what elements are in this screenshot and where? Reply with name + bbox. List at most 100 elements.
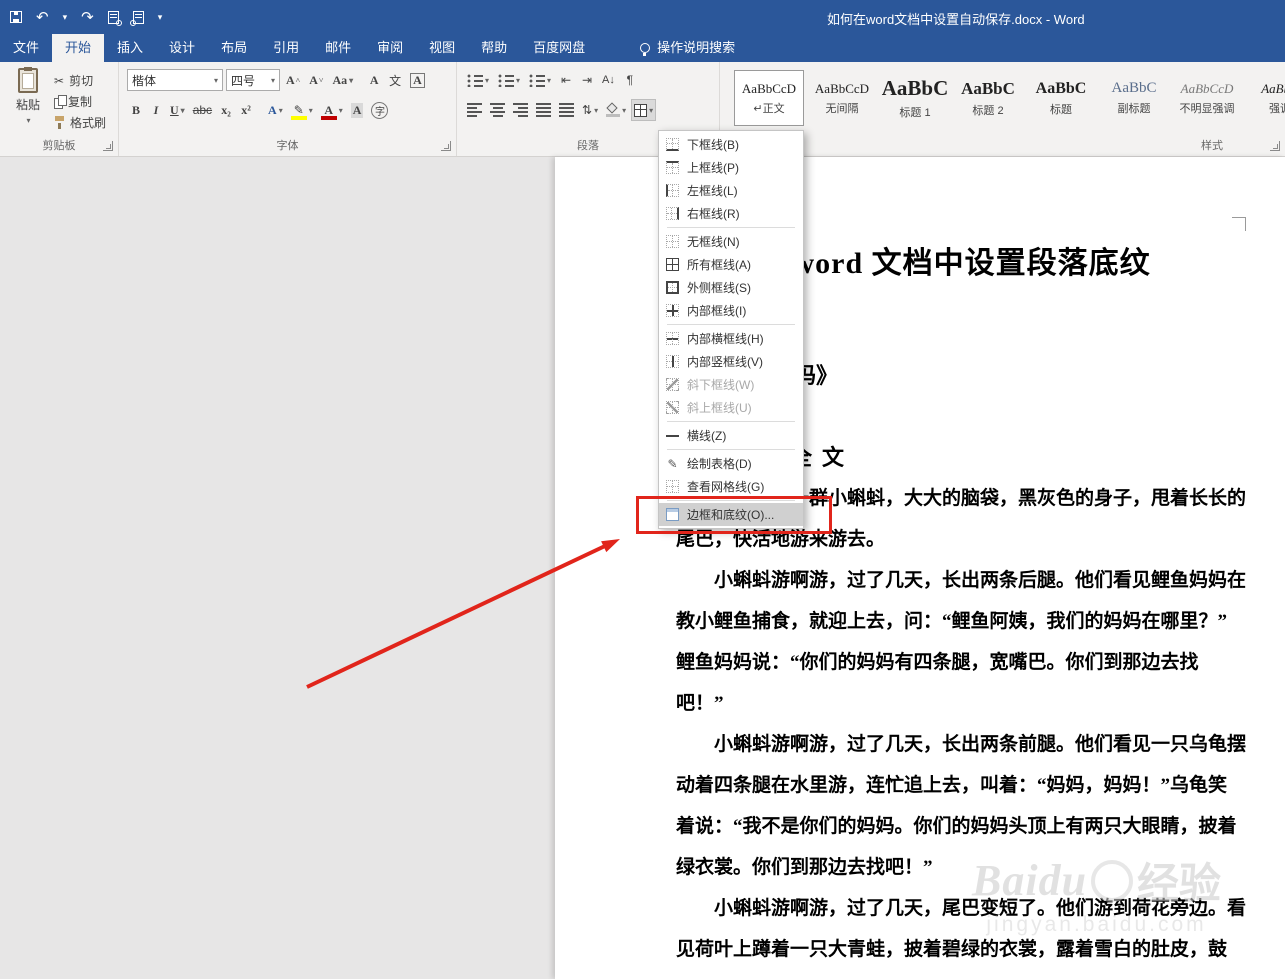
borders-button[interactable]: ▾ bbox=[631, 99, 657, 121]
grow-font-button[interactable]: A ˄ bbox=[283, 69, 303, 91]
undo-dropdown-icon[interactable]: ▾ bbox=[63, 12, 68, 22]
menu-item-left-border[interactable]: 左框线(L) bbox=[659, 179, 803, 202]
tell-me-search[interactable]: 操作说明搜索 bbox=[640, 34, 735, 62]
bullets-dropdown-icon[interactable]: ▾ bbox=[485, 76, 489, 85]
text-highlight-dropdown-icon[interactable]: ▾ bbox=[309, 106, 313, 115]
borders-dropdown-icon[interactable]: ▾ bbox=[649, 106, 653, 115]
tab-help[interactable]: 帮助 bbox=[468, 34, 520, 62]
tab-home[interactable]: 开始 bbox=[52, 34, 105, 62]
menu-item-no-border[interactable]: 无框线(N) bbox=[659, 230, 803, 253]
font-color-button[interactable]: A ▾ bbox=[318, 99, 346, 121]
show-hide-marks-button[interactable]: ¶ bbox=[621, 69, 639, 91]
style-no-spacing[interactable]: AaBbCcD 无间隔 bbox=[807, 70, 877, 126]
menu-item-diagonal-down-border[interactable]: 斜下框线(W) bbox=[659, 373, 803, 396]
shrink-font-button[interactable]: A ˅ bbox=[306, 69, 326, 91]
distribute-button[interactable] bbox=[556, 99, 577, 121]
phonetic-guide-button[interactable]: 文 bbox=[386, 69, 404, 91]
tab-references[interactable]: 引用 bbox=[260, 34, 312, 62]
font-size-dropdown-icon[interactable]: ▾ bbox=[271, 76, 275, 85]
character-border-button[interactable]: A bbox=[407, 69, 428, 91]
multilevel-list-button[interactable]: ▾ bbox=[526, 69, 554, 91]
menu-item-outside-borders[interactable]: 外侧框线(S) bbox=[659, 276, 803, 299]
italic-button[interactable]: I bbox=[147, 99, 165, 121]
menu-item-inside-vertical-border[interactable]: 内部竖框线(V) bbox=[659, 350, 803, 373]
menu-item-view-gridlines[interactable]: 查看网格线(G) bbox=[659, 475, 803, 498]
bold-button[interactable]: B bbox=[127, 99, 145, 121]
style-heading2[interactable]: AaBbC 标题 2 bbox=[953, 70, 1023, 126]
clear-formatting-button[interactable]: A bbox=[365, 69, 383, 91]
font-name-combobox[interactable]: 楷体 ▾ bbox=[127, 69, 223, 91]
underline-dropdown-icon[interactable]: ▾ bbox=[181, 106, 185, 115]
enclose-characters-button[interactable]: 字 bbox=[368, 99, 391, 121]
paste-dropdown-icon[interactable]: ▾ bbox=[26, 116, 30, 125]
character-shading-button[interactable]: A bbox=[348, 99, 367, 121]
numbering-dropdown-icon[interactable]: ▾ bbox=[516, 76, 520, 85]
align-center-button[interactable] bbox=[487, 99, 508, 121]
numbering-button[interactable]: ▾ bbox=[495, 69, 523, 91]
text-highlight-button[interactable]: ✎ ▾ bbox=[288, 99, 316, 121]
tab-insert[interactable]: 插入 bbox=[104, 34, 156, 62]
line-spacing-button[interactable]: ⇅ ▾ bbox=[579, 99, 601, 121]
change-case-letters: Aa bbox=[332, 72, 348, 87]
font-dialog-launcher-icon[interactable] bbox=[441, 141, 451, 151]
subscript-button[interactable]: x₂ bbox=[217, 99, 235, 121]
tab-layout[interactable]: 布局 bbox=[208, 34, 260, 62]
underline-button[interactable]: U ▾ bbox=[167, 99, 188, 121]
menu-item-borders-and-shading[interactable]: 边框和底纹(O)... bbox=[659, 503, 803, 526]
style-heading1[interactable]: AaBbC 标题 1 bbox=[880, 70, 950, 126]
save-icon[interactable] bbox=[10, 11, 22, 23]
undo-icon[interactable]: ↶ bbox=[36, 10, 49, 25]
styles-dialog-launcher-icon[interactable] bbox=[1270, 141, 1280, 151]
change-case-button[interactable]: Aa ▾ bbox=[329, 69, 356, 91]
style-subtle-emphasis[interactable]: AaBbCcD 不明显强调 bbox=[1172, 70, 1242, 126]
font-color-dropdown-icon[interactable]: ▾ bbox=[339, 106, 343, 115]
font-size-combobox[interactable]: 四号 ▾ bbox=[226, 69, 280, 91]
menu-item-all-borders[interactable]: 所有框线(A) bbox=[659, 253, 803, 276]
copy-button[interactable]: 复制 bbox=[54, 92, 92, 111]
tab-baidu-netdisk[interactable]: 百度网盘 bbox=[520, 34, 598, 62]
format-painter-button[interactable]: 格式刷 bbox=[54, 113, 106, 132]
share-icon[interactable] bbox=[132, 10, 144, 24]
tab-review[interactable]: 审阅 bbox=[364, 34, 416, 62]
shading-dropdown-icon[interactable]: ▾ bbox=[622, 106, 626, 115]
tab-mailings[interactable]: 邮件 bbox=[312, 34, 364, 62]
sort-button[interactable]: A↓ bbox=[599, 69, 618, 91]
style-normal[interactable]: AaBbCcD ↵正文 bbox=[734, 70, 804, 126]
menu-item-inside-borders[interactable]: 内部框线(I) bbox=[659, 299, 803, 322]
justify-button[interactable] bbox=[533, 99, 554, 121]
menu-item-bottom-border[interactable]: 下框线(B) bbox=[659, 133, 803, 156]
menu-item-diagonal-up-border[interactable]: 斜上框线(U) bbox=[659, 396, 803, 419]
shading-button[interactable]: ▾ bbox=[603, 99, 629, 121]
menu-item-horizontal-line[interactable]: 横线(Z) bbox=[659, 424, 803, 447]
text-effects-dropdown-icon[interactable]: ▾ bbox=[279, 106, 283, 115]
menu-item-draw-table[interactable]: ✎ 绘制表格(D) bbox=[659, 452, 803, 475]
decrease-indent-button[interactable]: ⇤ bbox=[557, 69, 575, 91]
redo-icon[interactable]: ↷ bbox=[81, 10, 94, 25]
menu-item-top-border[interactable]: 上框线(P) bbox=[659, 156, 803, 179]
multilevel-dropdown-icon[interactable]: ▾ bbox=[547, 76, 551, 85]
customize-qat-icon[interactable]: ▾ bbox=[158, 12, 163, 22]
cut-button[interactable]: ✂ 剪切 bbox=[54, 71, 93, 90]
align-right-button[interactable] bbox=[510, 99, 531, 121]
text-effects-button[interactable]: A ▾ bbox=[265, 99, 286, 121]
superscript-button[interactable]: x² bbox=[237, 99, 255, 121]
tab-file[interactable]: 文件 bbox=[0, 34, 52, 62]
line-spacing-dropdown-icon[interactable]: ▾ bbox=[594, 106, 598, 115]
strikethrough-button[interactable]: abc bbox=[190, 99, 215, 121]
tab-design[interactable]: 设计 bbox=[156, 34, 208, 62]
change-case-dropdown-icon[interactable]: ▾ bbox=[349, 76, 353, 85]
format-painter-label: 格式刷 bbox=[70, 116, 107, 130]
tab-view[interactable]: 视图 bbox=[416, 34, 468, 62]
menu-item-inside-horizontal-border[interactable]: 内部横框线(H) bbox=[659, 327, 803, 350]
align-left-button[interactable] bbox=[464, 99, 485, 121]
paste-button[interactable]: 粘贴 ▾ bbox=[6, 67, 50, 134]
font-name-dropdown-icon[interactable]: ▾ bbox=[214, 76, 218, 85]
print-preview-icon[interactable] bbox=[107, 10, 122, 26]
style-subtitle[interactable]: AaBbC 副标题 bbox=[1099, 70, 1169, 126]
style-title[interactable]: AaBbC 标题 bbox=[1026, 70, 1096, 126]
bullets-button[interactable]: ▾ bbox=[464, 69, 492, 91]
increase-indent-button[interactable]: ⇥ bbox=[578, 69, 596, 91]
menu-item-right-border[interactable]: 右框线(R) bbox=[659, 202, 803, 225]
style-emphasis[interactable]: AaBbC 强调 bbox=[1245, 70, 1285, 126]
clipboard-dialog-launcher-icon[interactable] bbox=[103, 141, 113, 151]
